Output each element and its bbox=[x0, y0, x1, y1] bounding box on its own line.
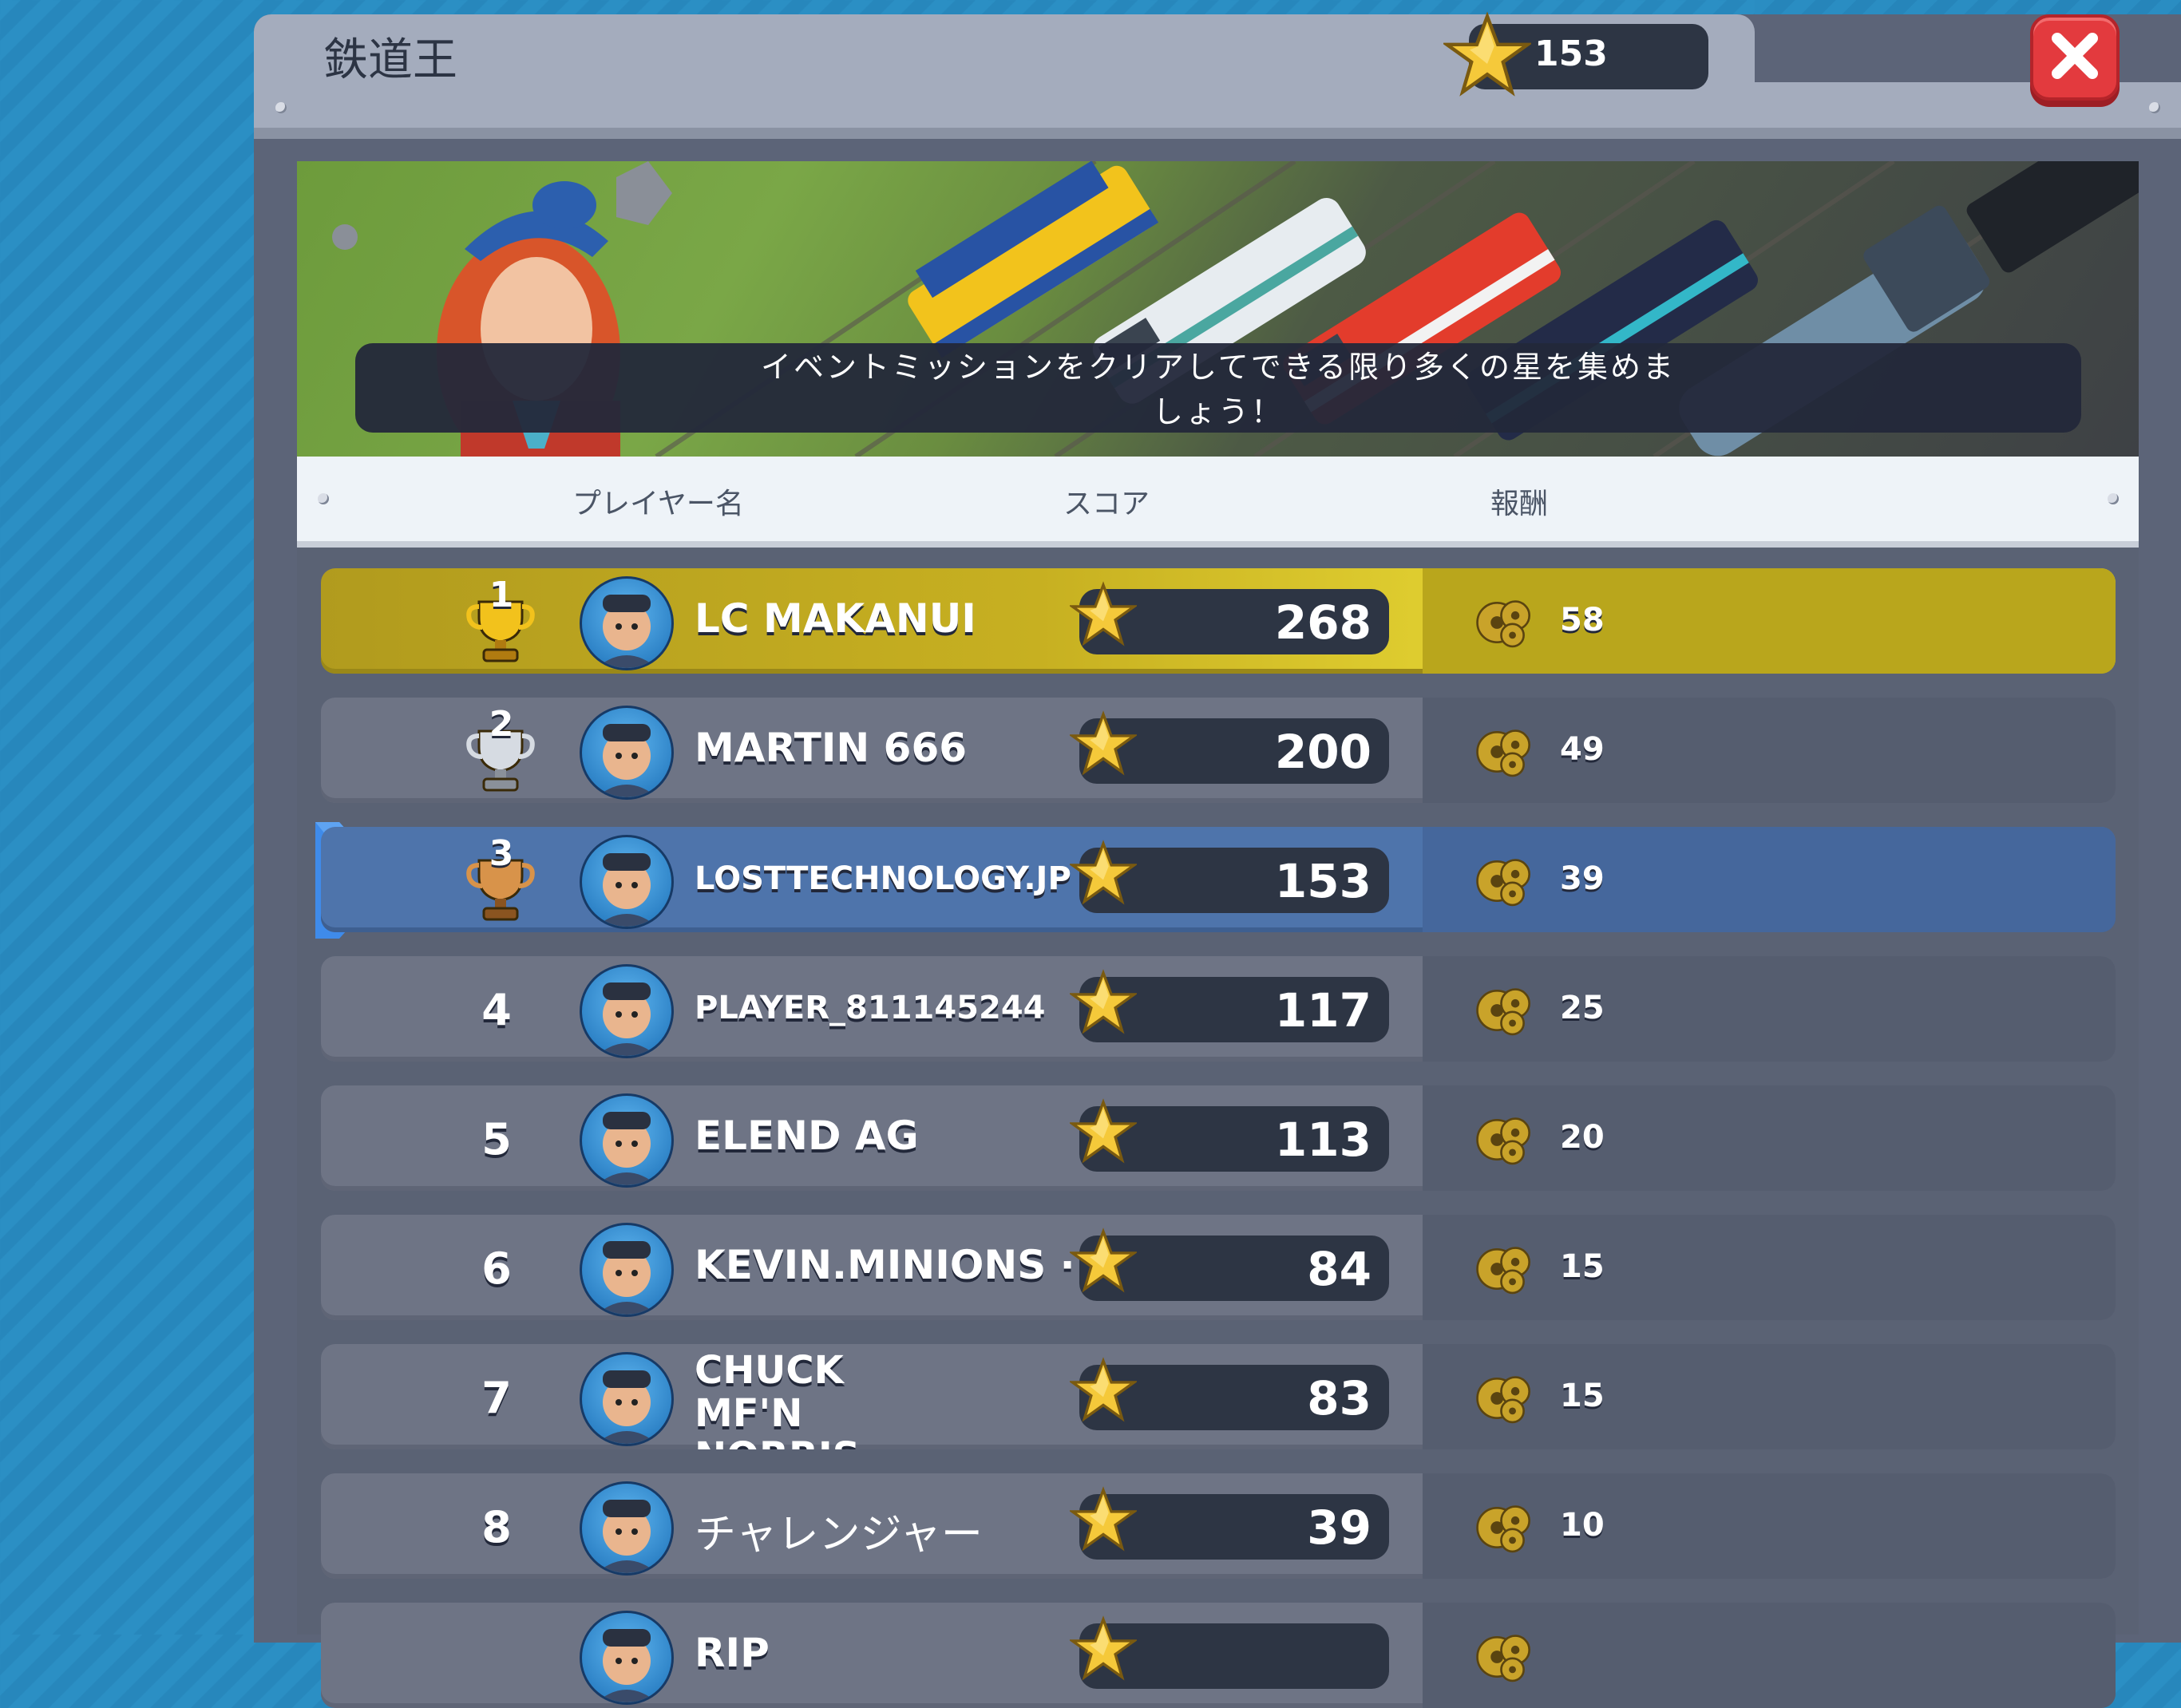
rivet bbox=[2149, 102, 2160, 113]
rank-number: 5 bbox=[481, 1114, 512, 1164]
reward-value: 10 bbox=[1560, 1507, 1605, 1544]
player-avatar-frame[interactable] bbox=[580, 1223, 674, 1317]
rivet bbox=[318, 493, 329, 504]
player-avatar-frame[interactable] bbox=[580, 1352, 674, 1446]
star-icon bbox=[1070, 1098, 1137, 1164]
gear-reward-icon bbox=[1476, 988, 1530, 1036]
rank-number: 7 bbox=[481, 1373, 512, 1423]
player-avatar-frame[interactable] bbox=[580, 964, 674, 1058]
player-name: PLAYER_811145244 bbox=[695, 990, 1046, 1026]
gear-reward-icon bbox=[1476, 729, 1530, 777]
column-header-bar: プレイヤー名 スコア 報酬 bbox=[297, 457, 2139, 541]
score-value: 83 bbox=[1307, 1371, 1372, 1425]
star-icon bbox=[1070, 1228, 1137, 1293]
score-value: 84 bbox=[1307, 1242, 1372, 1296]
rank-number: 8 bbox=[481, 1502, 512, 1552]
rank-number: 2 bbox=[489, 704, 514, 745]
leaderboard-row[interactable]: 1 LC MAKANUI 268 58 bbox=[321, 568, 2116, 674]
player-name: CHUCK MF'N NORRIS bbox=[695, 1348, 860, 1449]
leaderboard-row[interactable]: 6 KEVIN.MINIONS · 84 15 bbox=[321, 1215, 2116, 1320]
star-icon bbox=[1443, 11, 1531, 97]
player-avatar-frame[interactable] bbox=[580, 706, 674, 800]
reward-value: 58 bbox=[1560, 602, 1605, 639]
star-icon bbox=[1070, 1357, 1137, 1422]
score-value: 200 bbox=[1274, 725, 1372, 779]
gear-reward-icon bbox=[1476, 1247, 1530, 1295]
column-player-name: プレイヤー名 bbox=[572, 488, 744, 520]
player-name: ELEND AG bbox=[695, 1113, 919, 1159]
gear-reward-icon bbox=[1476, 1505, 1530, 1553]
player-avatar bbox=[596, 1241, 657, 1315]
leaderboard-row-current-player[interactable]: 3 LOSTTECHNOLOGY.JP 153 39 bbox=[321, 827, 2116, 932]
column-reward: 報酬 bbox=[1490, 488, 1549, 520]
reward-value: 15 bbox=[1560, 1248, 1605, 1285]
player-name: チャレンジャー bbox=[695, 1511, 983, 1559]
star-total-value: 153 bbox=[1534, 34, 1608, 74]
rank-number: 6 bbox=[481, 1243, 512, 1294]
leaderboard-row[interactable]: 5 ELEND AG 113 20 bbox=[321, 1085, 2116, 1191]
player-avatar bbox=[596, 595, 657, 668]
score-value: 153 bbox=[1274, 854, 1372, 908]
column-score: スコア bbox=[1063, 488, 1150, 520]
leaderboard-row[interactable]: 7 CHUCK MF'N NORRIS 83 15 bbox=[321, 1344, 2116, 1449]
gear-reward-icon bbox=[1476, 1117, 1530, 1165]
player-name: MARTIN 666 bbox=[695, 725, 968, 771]
rivet bbox=[2108, 493, 2119, 504]
star-icon bbox=[1070, 1615, 1137, 1681]
rank-number: 4 bbox=[481, 985, 512, 1035]
page-title: 鉄道王 bbox=[323, 34, 457, 86]
player-avatar bbox=[596, 1629, 657, 1702]
rank-number: 1 bbox=[489, 575, 514, 615]
gear-reward-icon bbox=[1476, 1635, 1530, 1682]
banner-message: イベントミッションをクリアしてできる限り多くの星を集めま しょう！ bbox=[760, 350, 1676, 429]
reward-value: 15 bbox=[1560, 1378, 1605, 1414]
reward-value: 49 bbox=[1560, 731, 1605, 768]
player-avatar-frame[interactable] bbox=[580, 1611, 674, 1705]
leaderboard-row[interactable]: 2 MARTIN 666 200 49 bbox=[321, 698, 2116, 803]
score-value: 39 bbox=[1307, 1500, 1372, 1555]
player-avatar bbox=[596, 1500, 657, 1573]
player-name: LC MAKANUI bbox=[695, 595, 976, 642]
leaderboard-row[interactable]: 4 PLAYER_811145244 117 25 bbox=[321, 956, 2116, 1062]
score-value: 268 bbox=[1274, 595, 1372, 650]
rank-number: 3 bbox=[489, 833, 514, 874]
player-avatar-frame[interactable] bbox=[580, 1093, 674, 1188]
player-name: KEVIN.MINIONS · bbox=[695, 1242, 1075, 1288]
gear-reward-icon bbox=[1476, 859, 1530, 907]
player-avatar bbox=[596, 853, 657, 927]
star-icon bbox=[1070, 840, 1137, 905]
player-name: RIP bbox=[695, 1630, 770, 1676]
reward-value: 20 bbox=[1560, 1119, 1605, 1156]
score-value: 117 bbox=[1274, 983, 1372, 1038]
reward-value: 39 bbox=[1560, 860, 1605, 897]
star-icon bbox=[1070, 969, 1137, 1034]
reward-value: 25 bbox=[1560, 990, 1605, 1026]
leaderboard-row[interactable]: 8 チャレンジャー 39 10 bbox=[321, 1473, 2116, 1579]
rivet bbox=[275, 102, 287, 113]
header-divider bbox=[254, 128, 2181, 139]
star-icon bbox=[1070, 710, 1137, 776]
close-icon bbox=[2052, 33, 2098, 79]
player-avatar-frame[interactable] bbox=[580, 1481, 674, 1576]
player-avatar-frame[interactable] bbox=[580, 576, 674, 670]
star-icon bbox=[1070, 581, 1137, 646]
player-avatar bbox=[596, 1112, 657, 1185]
player-name: LOSTTECHNOLOGY.JP bbox=[695, 860, 1071, 897]
star-icon bbox=[1070, 1486, 1137, 1552]
close-button[interactable] bbox=[2030, 14, 2120, 101]
player-avatar bbox=[596, 724, 657, 797]
score-value: 113 bbox=[1274, 1113, 1372, 1167]
player-avatar bbox=[596, 982, 657, 1056]
player-avatar bbox=[596, 1370, 657, 1444]
leaderboard-row[interactable]: RIP bbox=[321, 1603, 2116, 1708]
gear-reward-icon bbox=[1476, 1376, 1530, 1424]
player-avatar-frame[interactable] bbox=[580, 835, 674, 929]
gear-reward-icon bbox=[1476, 600, 1530, 648]
